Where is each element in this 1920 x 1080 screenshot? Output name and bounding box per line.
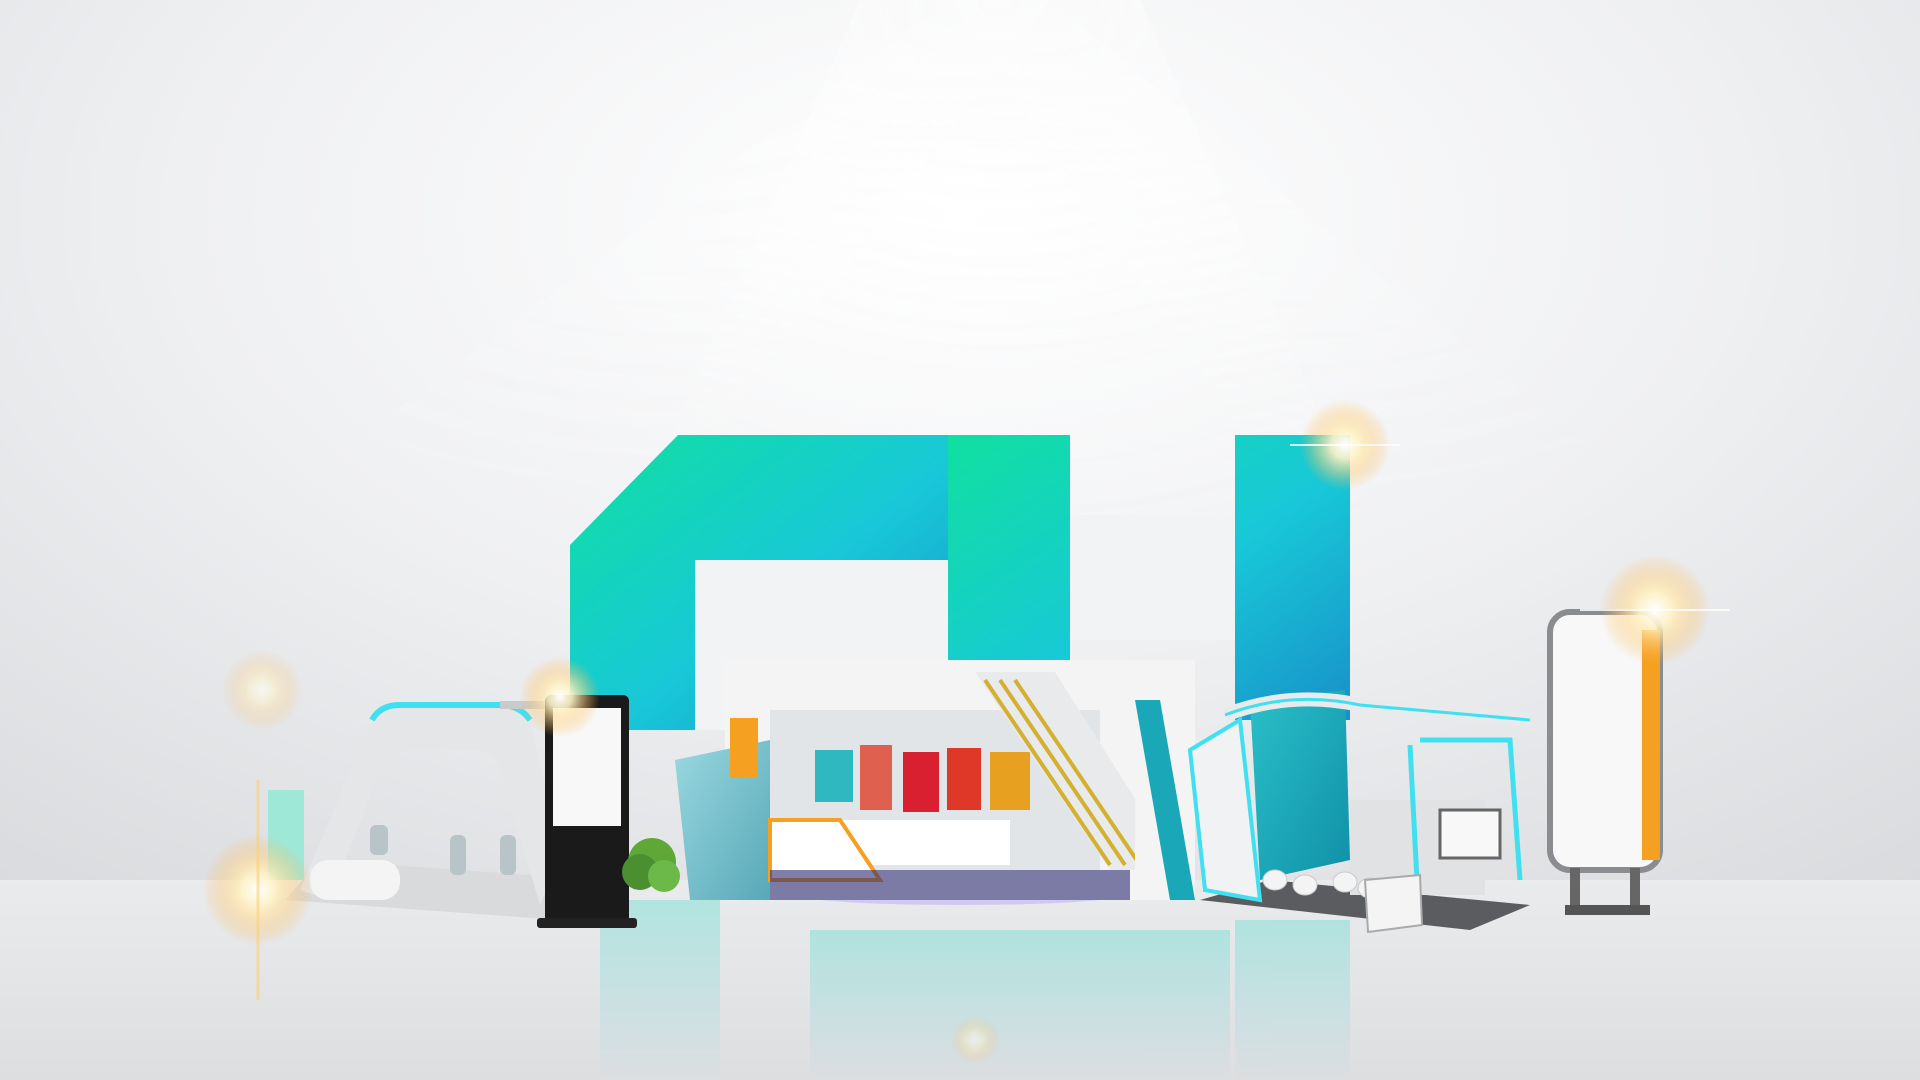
artwork-panels <box>815 745 1030 812</box>
screen-wall <box>1438 808 1502 860</box>
info-counter <box>1363 873 1424 934</box>
reception-desk <box>310 860 400 900</box>
teal-wall <box>1250 690 1350 880</box>
hero-scene <box>0 0 1920 1080</box>
central-booth <box>675 660 1195 900</box>
scene-illustration <box>0 0 1920 1080</box>
